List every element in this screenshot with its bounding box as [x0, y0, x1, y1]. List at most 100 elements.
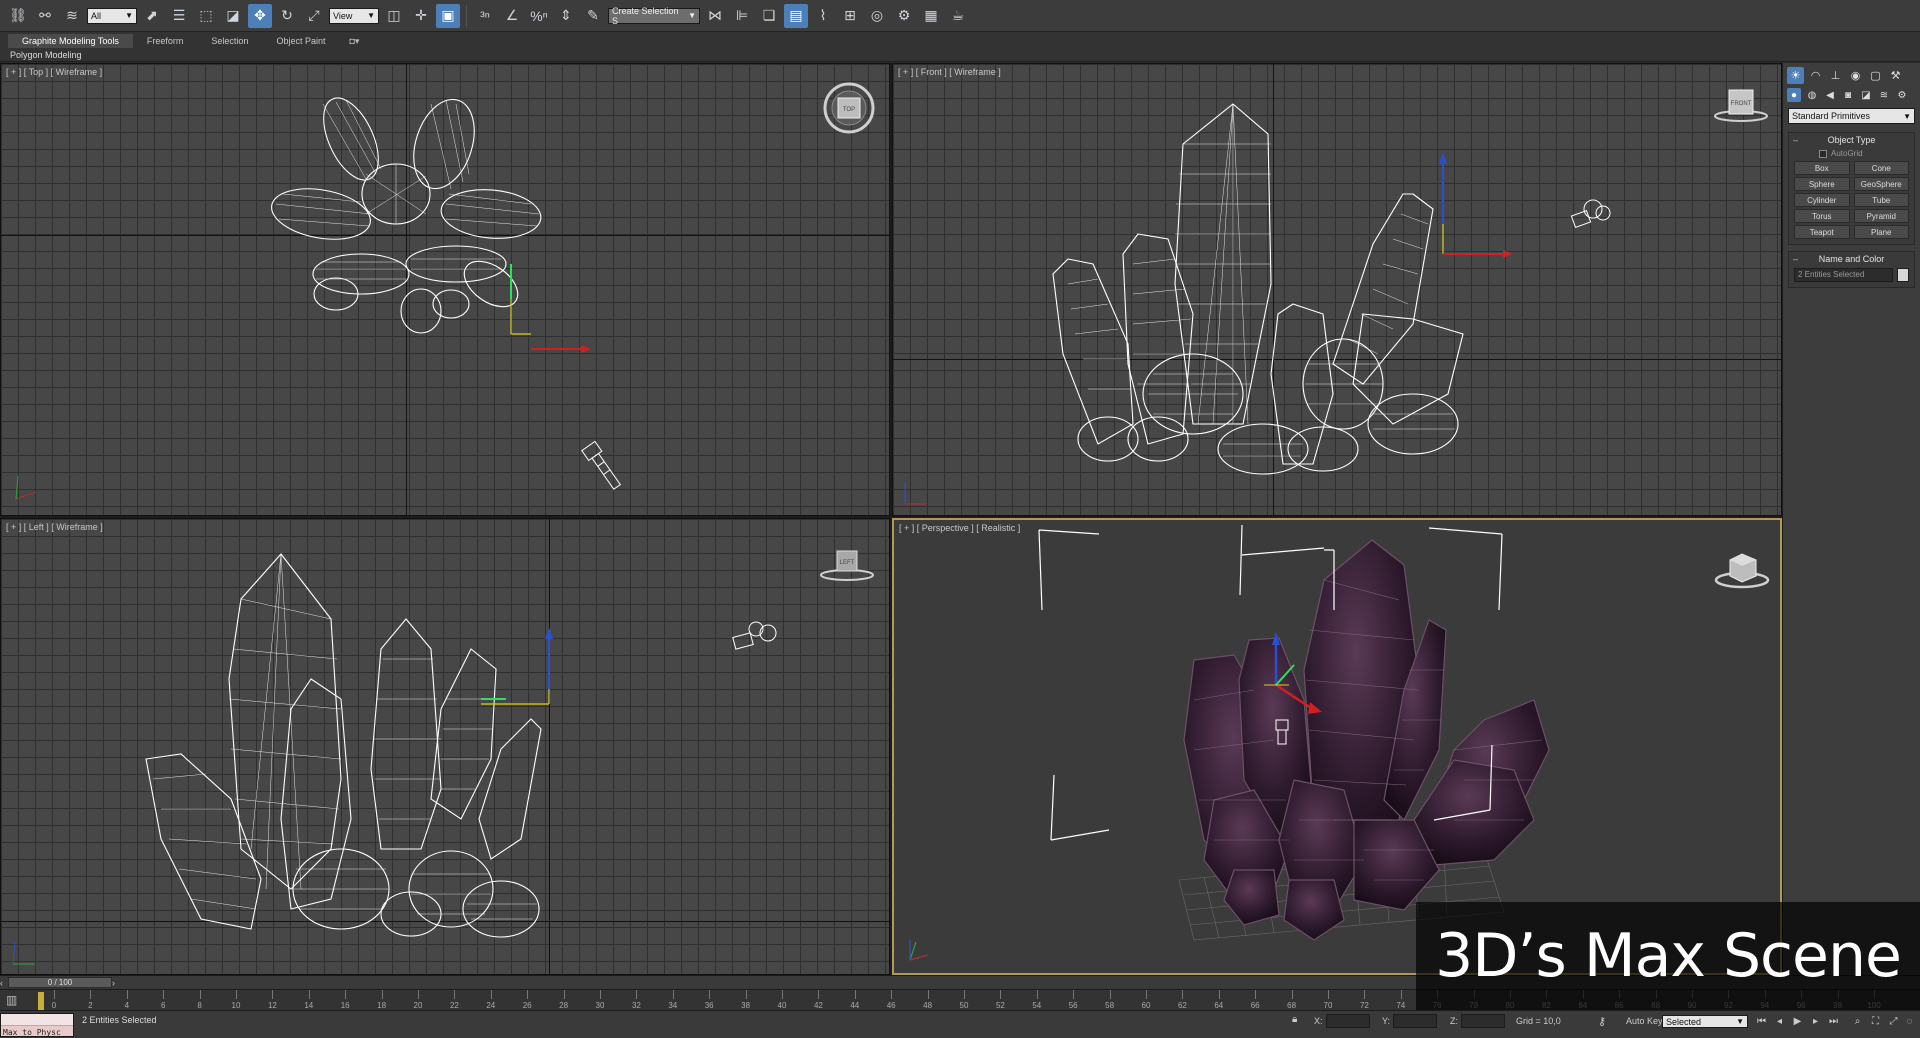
mirror-icon[interactable]: ⋈ [703, 4, 727, 28]
key-filter-dropdown[interactable]: Selected ▼ [1662, 1015, 1748, 1028]
select-object-icon[interactable]: ⬈ [140, 4, 164, 28]
rect-selection-icon[interactable]: ⬚ [194, 4, 218, 28]
time-slider-thumb[interactable]: 0 / 100 [8, 977, 112, 988]
percent-snap-icon[interactable]: %ⁿ [527, 4, 551, 28]
rendered-frame-window-icon[interactable]: ▦ [919, 4, 943, 28]
systems-icon[interactable]: ⚙ [1895, 88, 1909, 102]
snaps-toggle-icon[interactable]: ³ⁿ [473, 4, 497, 28]
maxscript-input-line[interactable] [1, 1014, 73, 1026]
cameras-icon[interactable]: ◙ [1841, 88, 1855, 102]
ribbon-panel-label[interactable]: Polygon Modeling [10, 49, 82, 61]
material-editor-icon[interactable]: ◎ [865, 4, 889, 28]
zoom-icon[interactable]: ⌕ [1850, 1014, 1865, 1029]
select-scale-icon[interactable]: ⤢ [302, 4, 326, 28]
named-selection-dropdown[interactable]: Create Selection S ▼ [608, 6, 700, 26]
autogrid-option[interactable]: AutoGrid [1789, 147, 1914, 161]
helpers-icon[interactable]: ◪ [1859, 88, 1873, 102]
autogrid-checkbox[interactable] [1819, 149, 1827, 158]
spinner-snap-icon[interactable]: ⇕ [554, 4, 578, 28]
coord-y-field[interactable] [1393, 1014, 1438, 1028]
render-setup-icon[interactable]: ⚙ [892, 4, 916, 28]
pivot-center-icon[interactable]: ◫ [382, 4, 406, 28]
zoom-extents-icon[interactable]: ⛶ [1868, 1014, 1883, 1029]
viewcube-perspective[interactable] [1712, 546, 1772, 592]
teapot-button[interactable]: Teapot [1794, 225, 1850, 239]
go-to-start-icon[interactable]: ⏮ [1754, 1014, 1769, 1029]
tab-object-paint[interactable]: Object Paint [262, 34, 339, 48]
next-frame-icon[interactable]: ▸ [1808, 1014, 1823, 1029]
name-and-color-header[interactable]: – Name and Color [1789, 252, 1914, 266]
layer-manager-icon[interactable]: ❏ [757, 4, 781, 28]
select-by-name-icon[interactable]: ☰ [167, 4, 191, 28]
previous-frame-icon[interactable]: ◂ [1772, 1014, 1787, 1029]
bind-space-warp-icon[interactable]: ≋ [60, 4, 84, 28]
modify-tab-icon[interactable]: ◠ [1807, 67, 1824, 84]
render-production-icon[interactable]: ☕ [946, 4, 970, 28]
viewport-front[interactable]: [ + ] [ Front ] [ Wireframe ] FRONT [892, 63, 1782, 516]
lights-icon[interactable]: ◀ [1823, 88, 1837, 102]
set-key-icon[interactable]: ⚷ [1598, 1015, 1606, 1028]
viewport-left[interactable]: [ + ] [ Left ] [ Wireframe ] LEFT [0, 518, 890, 975]
curve-editor-icon[interactable]: ⌇ [811, 4, 835, 28]
maximize-viewport-icon[interactable]: ⤢ [1886, 1014, 1901, 1029]
reference-coord-dropdown[interactable]: View ▼ [329, 7, 379, 24]
maxscript-listener[interactable]: Max to Physc [0, 1013, 74, 1037]
coord-z-field[interactable] [1461, 1014, 1505, 1028]
viewcube-top[interactable]: TOP [821, 80, 877, 136]
edit-named-selection-icon[interactable]: ✎ [581, 4, 605, 28]
schematic-view-icon[interactable]: ⊞ [838, 4, 862, 28]
selection-filter-dropdown[interactable]: All ▼ [87, 7, 137, 24]
cylinder-button[interactable]: Cylinder [1794, 193, 1850, 207]
object-type-header[interactable]: – Object Type [1789, 133, 1914, 147]
play-icon[interactable]: ▶ [1790, 1014, 1805, 1029]
selection-lock-icon[interactable]: 🔒︎ [1292, 1014, 1297, 1025]
primitive-type-dropdown[interactable]: Standard Primitives ▼ [1788, 108, 1915, 124]
plane-button[interactable]: Plane [1853, 225, 1909, 239]
angle-snap-icon[interactable]: ∠ [500, 4, 524, 28]
ribbon-toggle-icon[interactable]: ◘▾ [339, 34, 359, 48]
viewcube-front[interactable]: FRONT [1713, 82, 1769, 126]
cone-button[interactable]: Cone [1853, 161, 1909, 175]
link-icon[interactable]: ⛓ [6, 4, 30, 28]
sphere-button[interactable]: Sphere [1794, 177, 1850, 191]
tab-graphite-modeling-tools[interactable]: Graphite Modeling Tools [8, 34, 133, 48]
display-tab-icon[interactable]: ▢ [1867, 67, 1884, 84]
hierarchy-tab-icon[interactable]: ⊥ [1827, 67, 1844, 84]
object-name-field[interactable]: 2 Entities Selected [1794, 268, 1893, 282]
align-icon[interactable]: ⊫ [730, 4, 754, 28]
shapes-icon[interactable]: ◍ [1805, 88, 1819, 102]
torus-button[interactable]: Torus [1794, 209, 1850, 223]
create-tab-icon[interactable]: ☀ [1787, 67, 1804, 84]
coord-x-field[interactable] [1325, 1014, 1370, 1028]
keyboard-shortcut-override-icon[interactable]: ▣ [436, 3, 460, 28]
tube-button[interactable]: Tube [1853, 193, 1909, 207]
pyramid-button[interactable]: Pyramid [1853, 209, 1909, 223]
geosphere-button[interactable]: GeoSphere [1853, 177, 1909, 191]
graphite-toggle-icon[interactable]: ▤ [784, 3, 808, 28]
track-tick-label: 6 [160, 1001, 166, 1010]
mini-curve-editor-icon[interactable]: ▥ [6, 993, 28, 1008]
unlink-icon[interactable]: ⚯ [33, 4, 57, 28]
viewport-top[interactable]: [ + ] [ Top ] [ Wireframe ] TOP [0, 63, 890, 516]
select-manipulate-icon[interactable]: ✛ [409, 4, 433, 28]
orbit-icon[interactable]: ◌ [1902, 1014, 1917, 1029]
tab-selection[interactable]: Selection [197, 34, 262, 48]
space-warps-icon[interactable]: ≋ [1877, 88, 1891, 102]
time-slider-prev-icon[interactable]: ‹ [0, 976, 3, 990]
object-type-title: Object Type [1827, 135, 1876, 145]
viewcube-left[interactable]: LEFT [819, 541, 875, 585]
object-color-swatch[interactable] [1897, 268, 1909, 282]
tab-freeform[interactable]: Freeform [133, 34, 198, 48]
box-button[interactable]: Box [1794, 161, 1850, 175]
geometry-icon[interactable]: ● [1787, 88, 1801, 102]
coord-y-label: Y: [1382, 1016, 1391, 1026]
go-to-end-icon[interactable]: ⏭ [1826, 1014, 1841, 1029]
select-move-icon[interactable]: ✥ [248, 3, 272, 28]
motion-tab-icon[interactable]: ◉ [1847, 67, 1864, 84]
track-tick [1328, 990, 1329, 999]
utilities-tab-icon[interactable]: ⚒ [1887, 67, 1904, 84]
window-crossing-icon[interactable]: ◪ [221, 4, 245, 28]
time-slider-next-icon[interactable]: › [112, 976, 115, 990]
auto-key-button[interactable]: Auto Key [1626, 1016, 1663, 1026]
select-rotate-icon[interactable]: ↻ [275, 4, 299, 28]
